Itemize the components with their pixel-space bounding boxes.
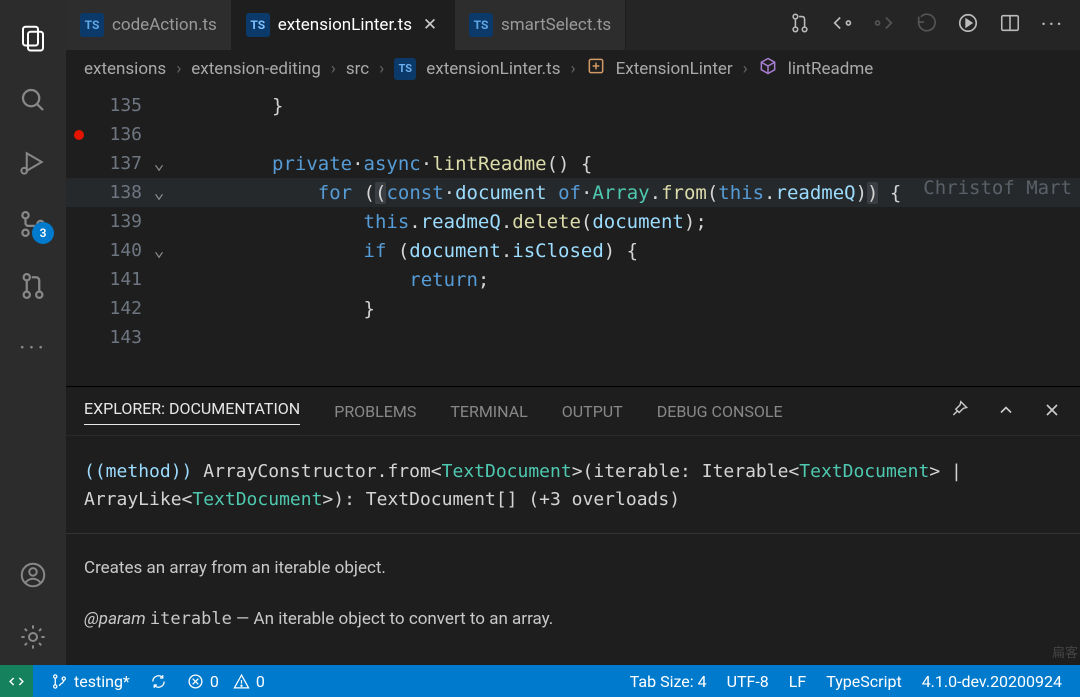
close-panel-icon[interactable] (1042, 400, 1062, 424)
search-icon[interactable] (0, 72, 66, 128)
tab-smartselect[interactable]: TS smartSelect.ts (455, 0, 626, 50)
encoding[interactable]: UTF-8 (717, 672, 779, 691)
activity-bar: 3 ··· (0, 0, 66, 665)
ts-version[interactable]: 4.1.0-dev.20200924 (912, 672, 1072, 691)
tab-problems[interactable]: PROBLEMS (334, 402, 416, 421)
documentation-body: Creates an array from an iterable object… (66, 534, 1080, 665)
line-number: 141 (66, 269, 146, 290)
fold-icon[interactable]: ⌄ (146, 240, 172, 261)
code-editor[interactable]: Christof Mart 135 } 136 137 ⌄ private·as… (66, 91, 1080, 386)
line-number: 137 (66, 153, 146, 174)
compare-icon[interactable] (789, 12, 811, 38)
tab-documentation[interactable]: EXPLORER: DOCUMENTATION (84, 399, 300, 425)
watermark: 扁客 (1052, 642, 1078, 661)
errors-count[interactable]: 0 (177, 672, 229, 691)
tab-label: smartSelect.ts (501, 15, 611, 35)
crumb-class[interactable]: ExtensionLinter (616, 59, 733, 79)
ts-icon: TS (246, 13, 270, 37)
crumb-file[interactable]: extensionLinter.ts (426, 59, 560, 79)
breadcrumb[interactable]: extensions› extension-editing› src› TS e… (66, 50, 1080, 91)
crumb[interactable]: src (346, 59, 369, 79)
fold-icon[interactable]: ⌄ (146, 182, 172, 203)
go-forward-icon[interactable] (873, 12, 895, 38)
tab-codeaction[interactable]: TS codeAction.ts (66, 0, 232, 50)
pin-icon[interactable] (950, 400, 970, 424)
documentation-signature: ((method)) ArrayConstructor.from<TextDoc… (66, 436, 1080, 535)
line-number: 139 (66, 211, 146, 232)
language-mode[interactable]: TypeScript (816, 672, 911, 691)
fold-icon[interactable]: ⌄ (146, 153, 172, 174)
run-debug-icon[interactable] (0, 134, 66, 190)
more-views-icon[interactable]: ··· (0, 320, 66, 376)
accounts-icon[interactable] (0, 547, 66, 603)
method-icon (758, 56, 778, 81)
panel: EXPLORER: DOCUMENTATION PROBLEMS TERMINA… (66, 386, 1080, 665)
param-desc: — An iterable object to convert to an ar… (232, 609, 553, 629)
sync-icon[interactable] (140, 673, 177, 690)
explorer-icon[interactable] (0, 10, 66, 66)
eol[interactable]: LF (779, 672, 816, 691)
source-control-icon[interactable]: 3 (0, 196, 66, 252)
ts-icon: TS (394, 58, 416, 80)
remote-indicator[interactable] (0, 665, 33, 697)
blame-annotation: Christof Mart (923, 177, 1072, 199)
more-actions-icon[interactable]: ··· (1041, 13, 1064, 38)
tab-debug-console[interactable]: DEBUG CONSOLE (657, 402, 783, 421)
class-icon (586, 56, 606, 81)
settings-gear-icon[interactable] (0, 609, 66, 665)
breakpoint-icon[interactable] (74, 130, 84, 140)
crumb-method[interactable]: lintReadme (788, 59, 873, 79)
param-name: iterable (150, 609, 232, 629)
crumb[interactable]: extension-editing (191, 59, 320, 79)
tab-size[interactable]: Tab Size: 4 (620, 672, 717, 691)
run-icon[interactable] (957, 12, 979, 38)
git-branch[interactable]: testing* (41, 672, 140, 691)
tab-label: extensionLinter.ts (278, 15, 412, 35)
ts-icon: TS (469, 13, 493, 37)
tab-output[interactable]: OUTPUT (562, 402, 623, 421)
maximize-panel-icon[interactable] (996, 400, 1016, 424)
revert-icon[interactable] (915, 12, 937, 38)
go-back-icon[interactable] (831, 12, 853, 38)
tab-terminal[interactable]: TERMINAL (450, 402, 527, 421)
pull-requests-icon[interactable] (0, 258, 66, 314)
tab-label: codeAction.ts (112, 15, 217, 35)
line-number: 140 (66, 240, 146, 261)
line-number: 142 (66, 298, 146, 319)
doc-description: Creates an array from an iterable object… (84, 552, 1062, 584)
editor-tabs: TS codeAction.ts TS extensionLinter.ts ✕… (66, 0, 1080, 50)
status-bar: testing* 0 0 Tab Size: 4 UTF-8 LF TypeSc… (0, 665, 1080, 697)
line-number: 143 (66, 327, 146, 348)
tab-extensionlinter[interactable]: TS extensionLinter.ts ✕ (232, 0, 455, 50)
close-icon[interactable]: ✕ (420, 15, 440, 35)
line-number: 135 (66, 95, 146, 116)
param-label: @param (84, 609, 150, 629)
split-editor-icon[interactable] (999, 12, 1021, 38)
scm-badge: 3 (32, 222, 54, 244)
line-number: 136 (109, 124, 142, 145)
editor-actions: ··· (773, 0, 1080, 50)
crumb[interactable]: extensions (84, 59, 166, 79)
line-number: 138 (66, 182, 146, 203)
warnings-count[interactable]: 0 (223, 672, 275, 691)
ts-icon: TS (80, 13, 104, 37)
